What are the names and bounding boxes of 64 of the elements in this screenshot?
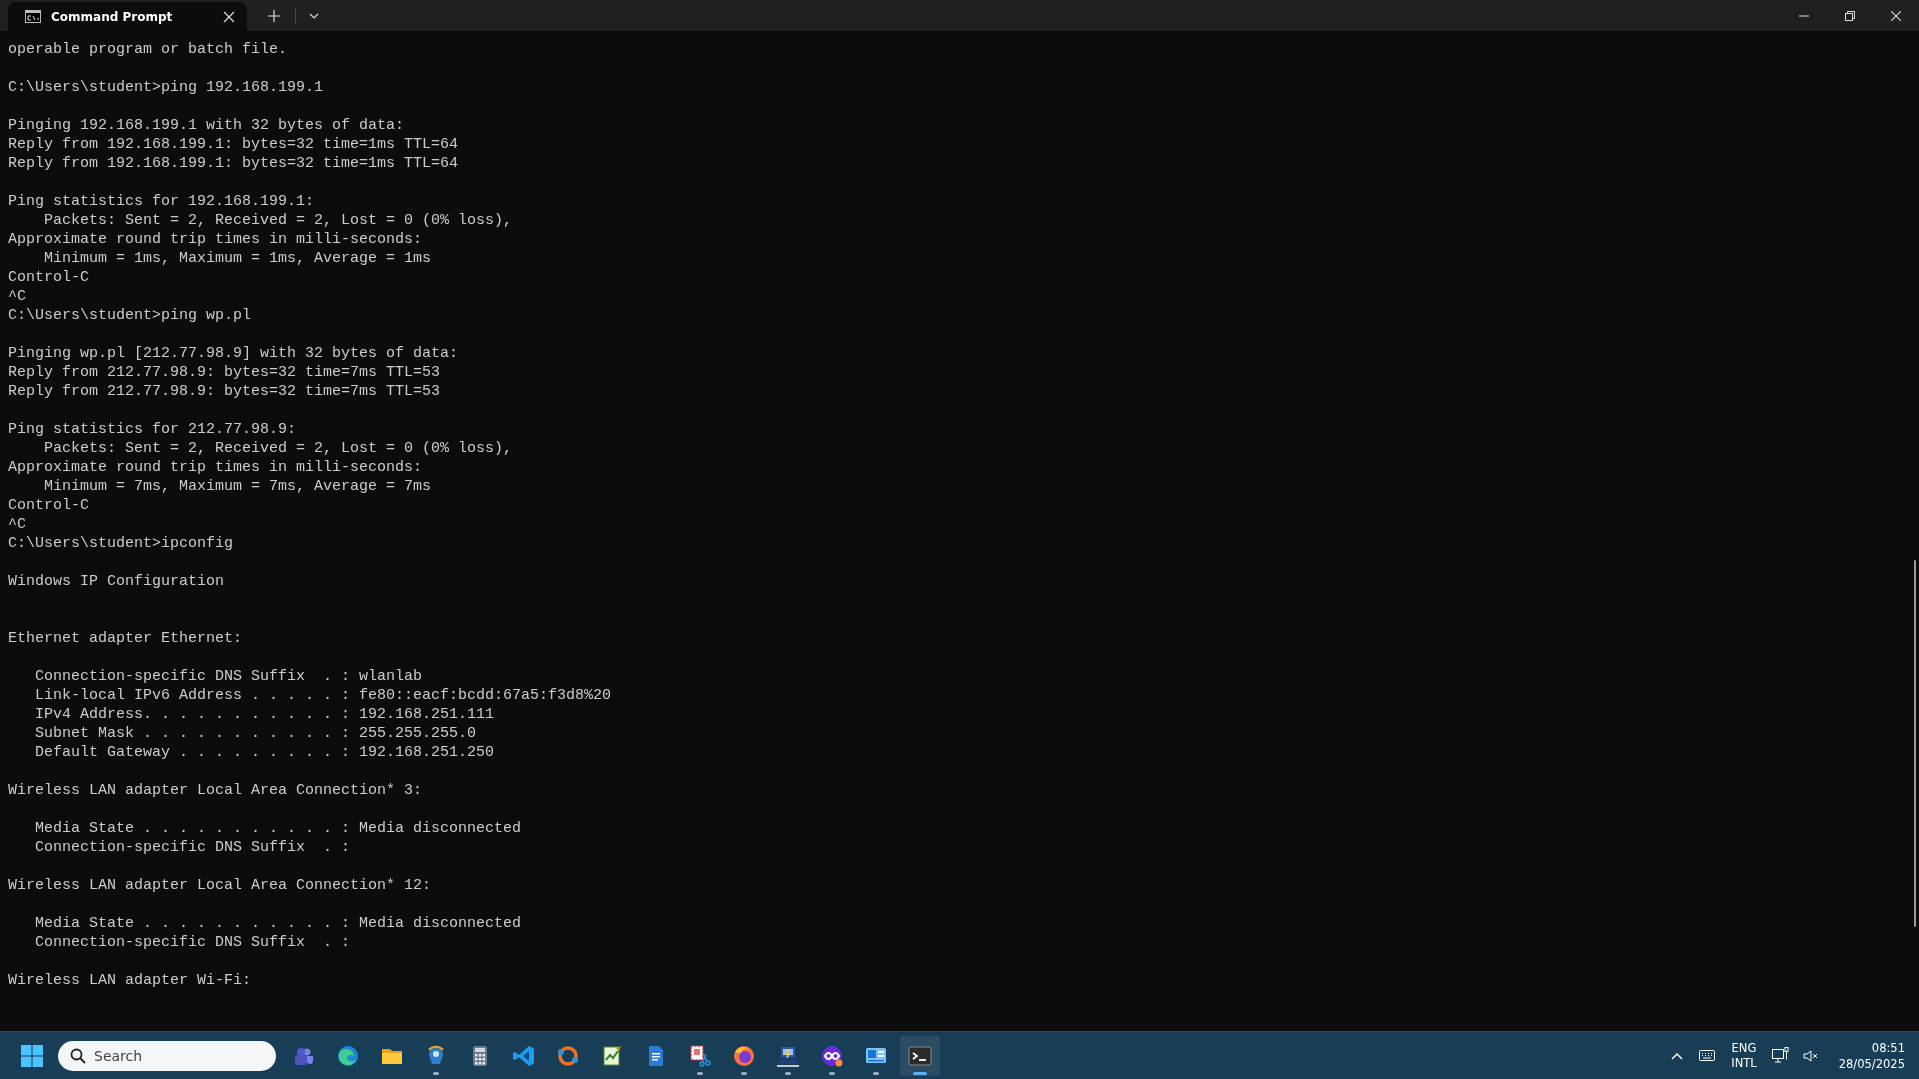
restore-icon[interactable] [1845,10,1855,21]
terminal-icon [908,1043,932,1068]
search-icon [70,1047,86,1064]
terminal-line: Ping statistics for 192.168.199.1: [8,192,315,211]
fox-icon [732,1043,756,1068]
clock[interactable]: 08:51 28/05/2025 [1838,1039,1905,1072]
terminal-line: Ping statistics for 212.77.98.9: [8,420,297,439]
plus-icon[interactable] [268,9,280,22]
close-icon[interactable] [1891,10,1901,21]
terminal-line: Default Gateway . . . . . . . . . : 192.168.251.250 [34,743,495,762]
terminal-line: operable program or batch file. [8,40,288,59]
terminal-line: Pinging 192.168.199.1 with 32 bytes of data: [8,116,405,135]
terminal-line: C:\Users\student>ipconfig [8,534,234,553]
terminal-line: Reply from 192.168.199.1: bytes=32 time=1ms TTL=64 [8,135,459,154]
terminal-line: ^C [8,287,26,306]
terminal-line: Media State . . . . . . . . . . . : Media disconnected [34,819,522,838]
terminal-line: Connection-specific DNS Suffix . : wlanlab [34,667,423,686]
tab[interactable]: Command Prompt [8,2,247,31]
notepad-icon [600,1043,624,1068]
terminal-line: Packets: Sent = 2, Received = 2, Lost = 0 (0% loss), [43,439,513,458]
terminal-line: Reply from 212.77.98.9: bytes=32 time=7ms TTL=53 [8,382,441,401]
terminal-line: Control-C [8,268,89,287]
terminal-line: Pinging wp.pl [212.77.98.9] with 32 bytes of data: [8,344,459,363]
scissors-icon [688,1043,712,1068]
network-icon[interactable] [1770,1045,1791,1066]
ring-icon [556,1043,580,1068]
search-field[interactable]: Search [58,1040,276,1071]
terminal-line: C:\Users\student>ping 192.168.199.1 [8,78,324,97]
keyboard-layout-text: INTL [1731,1055,1757,1071]
terminal-line: ^C [8,515,26,534]
terminal-line: Minimum = 1ms, Maximum = 1ms, Average = 1ms [43,249,432,268]
terminal-line: Reply from 212.77.98.9: bytes=32 time=7ms TTL=53 [8,363,441,382]
terminal-line: Connection-specific DNS Suffix . : [34,838,351,857]
tab-title: Command Prompt [51,9,174,24]
terminal-line: Windows IP Configuration [8,572,225,591]
terminal-line: Wireless LAN adapter Local Area Connection* 3: [8,781,423,800]
terminal-line: Approximate round trip times in milli-seconds: [8,230,423,249]
terminal-line: Approximate round trip times in milli-seconds: [8,458,423,477]
language-text: ENG [1731,1040,1757,1056]
terminal-line: Wireless LAN adapter Wi-Fi: [8,971,252,990]
terminal-line: C:\Users\student>ping wp.pl [8,306,252,325]
terminal-line: Control-C [8,496,89,515]
code-editor-icon [512,1043,536,1068]
time-text: 08:51 [1871,1039,1905,1056]
close-icon[interactable] [223,10,235,23]
globe-icon [336,1043,360,1068]
terminal-line: IPv4 Address. . . . . . . . . . . : 192.168.251.111 [34,705,495,724]
terminal-line: Wireless LAN adapter Local Area Connection* 12: [8,876,432,895]
terminal-line: Media State . . . . . . . . . . . : Media disconnected [34,914,522,933]
chevron-down-icon[interactable] [309,12,319,19]
terminal-line: Ethernet adapter Ethernet: [8,629,243,648]
taskbar-app-button[interactable] [900,1035,940,1076]
terminal-line: Link-local IPv6 Address . . . . . : fe80::eacf:bcdd:67a5:f3d8%20 [34,686,612,705]
scrollbar-thumb[interactable] [1914,560,1916,927]
terminal-line: Packets: Sent = 2, Received = 2, Lost = 0 (0% loss), [43,211,513,230]
mask-icon [820,1043,844,1068]
terminal-line: Subnet Mask . . . . . . . . . . . : 255.255.255.0 [34,724,477,743]
language-indicator[interactable]: ENG INTL [1727,1040,1761,1071]
console-icon [25,10,41,23]
terminal-line: Reply from 192.168.199.1: bytes=32 time=1ms TTL=64 [8,154,459,173]
four-squares-icon[interactable] [21,1044,43,1067]
terminal-line: Minimum = 7ms, Maximum = 7ms, Average = 7ms [43,477,432,496]
date-text: 28/05/2025 [1838,1055,1905,1072]
terminal-line: Connection-specific DNS Suffix . : [34,933,351,952]
